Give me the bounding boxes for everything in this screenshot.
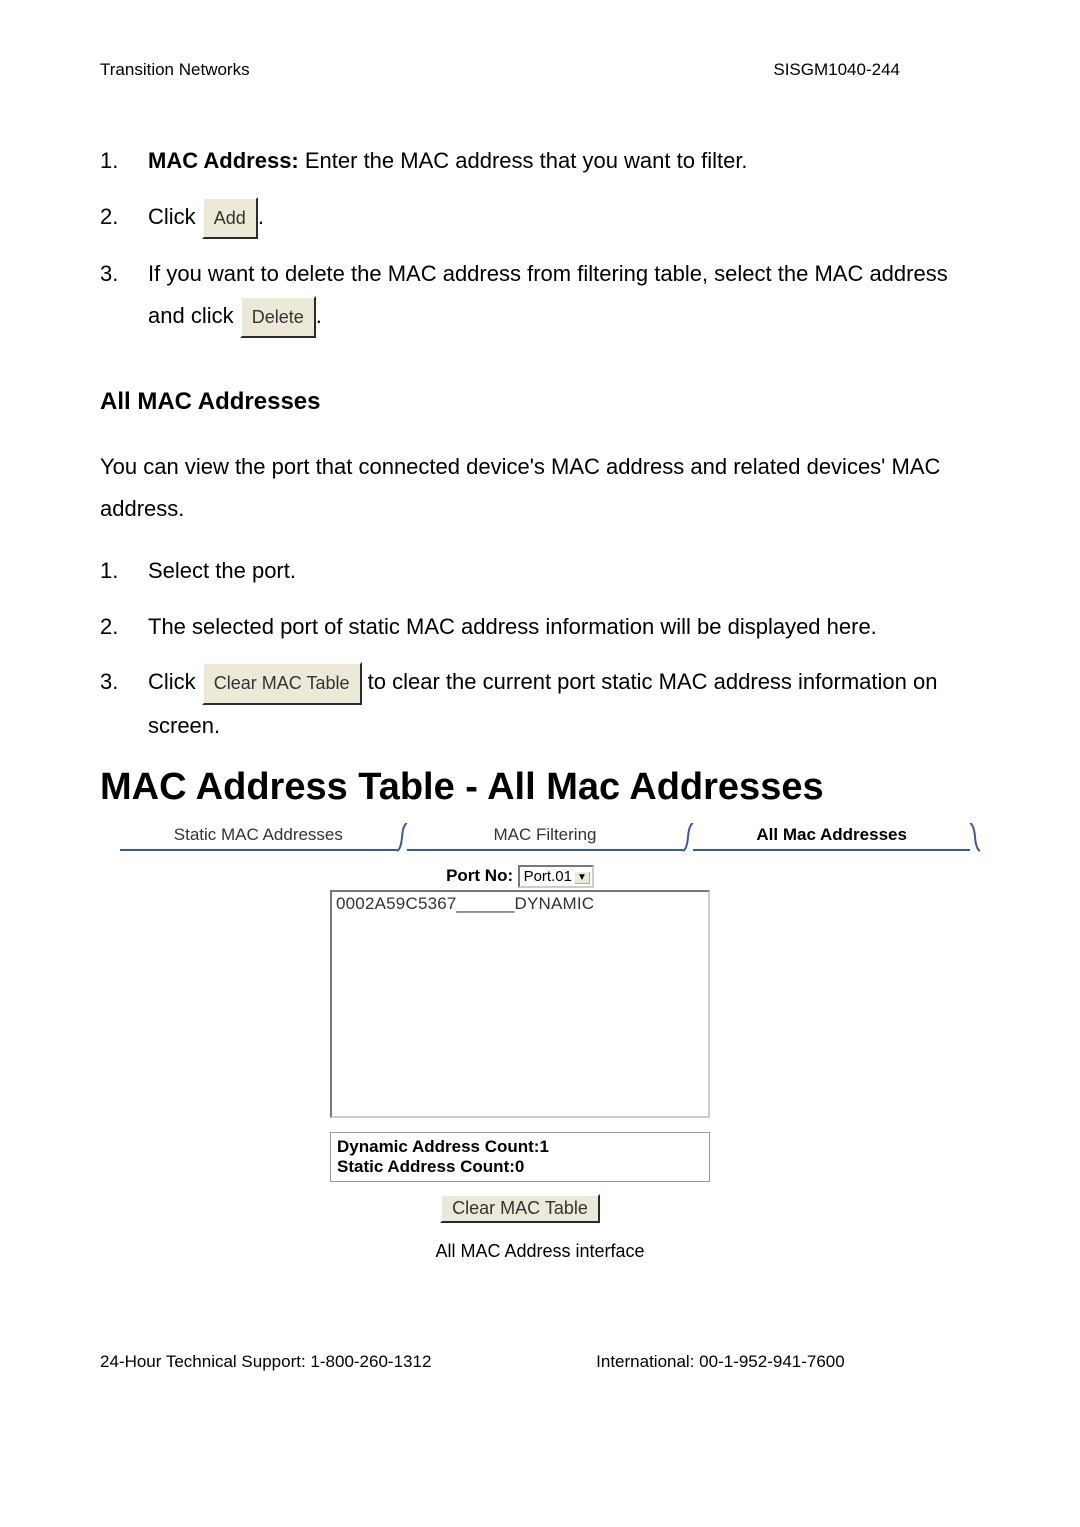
tab-separator	[397, 823, 407, 851]
step-a-2: 2. Click Add.	[100, 196, 980, 239]
footer-support-left: 24-Hour Technical Support: 1-800-260-131…	[100, 1352, 431, 1371]
step-num: 2.	[100, 606, 118, 648]
step-num: 1.	[100, 550, 118, 592]
step-text: Click	[148, 204, 202, 229]
chevron-down-icon[interactable]: ▼	[574, 871, 590, 884]
step-text: Select the port.	[148, 558, 296, 583]
step-b-3: 3. Click Clear MAC Table to clear the cu…	[100, 661, 980, 746]
header-left: Transition Networks	[100, 60, 250, 79]
static-count-value: 0	[515, 1157, 524, 1176]
footer-support-right: International: 00-1-952-941-7600	[596, 1352, 845, 1371]
clear-mac-table-button-inline[interactable]: Clear MAC Table	[202, 662, 362, 704]
step-text: .	[258, 204, 264, 229]
delete-button[interactable]: Delete	[240, 296, 316, 338]
static-count-row: Static Address Count:0	[337, 1157, 703, 1177]
step-b-2: 2. The selected port of static MAC addre…	[100, 606, 980, 648]
static-count-label: Static Address Count:	[337, 1157, 515, 1176]
mac-listbox[interactable]: 0002A59C5367______DYNAMIC	[330, 890, 710, 1118]
dynamic-count-label: Dynamic Address Count:	[337, 1137, 539, 1156]
figure-caption: All MAC Address interface	[100, 1241, 980, 1262]
steps-list-a: 1. MAC Address: Enter the MAC address th…	[100, 140, 980, 338]
tab-static-mac[interactable]: Static MAC Addresses	[120, 819, 397, 851]
clear-mac-table-button[interactable]: Clear MAC Table	[440, 1194, 600, 1223]
step-a-1: 1. MAC Address: Enter the MAC address th…	[100, 140, 980, 182]
page-title: MAC Address Table - All Mac Addresses	[100, 766, 980, 809]
step-text: The selected port of static MAC address …	[148, 614, 877, 639]
mac-address-label: MAC Address:	[148, 148, 299, 173]
step-a-3: 3. If you want to delete the MAC address…	[100, 253, 980, 338]
step-num: 1.	[100, 140, 118, 182]
port-no-label: Port No:	[446, 866, 513, 885]
footer: 24-Hour Technical Support: 1-800-260-131…	[100, 1352, 980, 1372]
add-button[interactable]: Add	[202, 197, 258, 239]
step-num: 2.	[100, 196, 118, 238]
step-num: 3.	[100, 253, 118, 295]
port-select-value: Port.01	[524, 868, 572, 885]
counts-box: Dynamic Address Count:1 Static Address C…	[330, 1132, 710, 1182]
tab-separator	[683, 823, 693, 851]
step-b-1: 1. Select the port.	[100, 550, 980, 592]
step-text: .	[316, 303, 322, 328]
step-text: Enter the MAC address that you want to f…	[299, 148, 748, 173]
tab-mac-filtering[interactable]: MAC Filtering	[407, 819, 684, 851]
mac-panel: Port No: Port.01▼ 0002A59C5367______DYNA…	[330, 865, 710, 1223]
steps-list-b: 1. Select the port. 2. The selected port…	[100, 550, 980, 747]
section-title-all-mac: All MAC Addresses	[100, 388, 980, 416]
dynamic-count-row: Dynamic Address Count:1	[337, 1137, 703, 1157]
tab-all-mac[interactable]: All Mac Addresses	[693, 819, 970, 851]
dynamic-count-value: 1	[539, 1137, 548, 1156]
paragraph-intro: You can view the port that connected dev…	[100, 446, 980, 530]
list-item[interactable]: 0002A59C5367______DYNAMIC	[334, 894, 706, 914]
tab-separator	[970, 823, 980, 851]
step-text: Click	[148, 669, 202, 694]
tab-row: Static MAC Addresses MAC Filtering All M…	[120, 819, 980, 851]
step-num: 3.	[100, 661, 118, 703]
header-right: SISGM1040-244	[773, 60, 900, 80]
port-select[interactable]: Port.01▼	[518, 865, 594, 888]
